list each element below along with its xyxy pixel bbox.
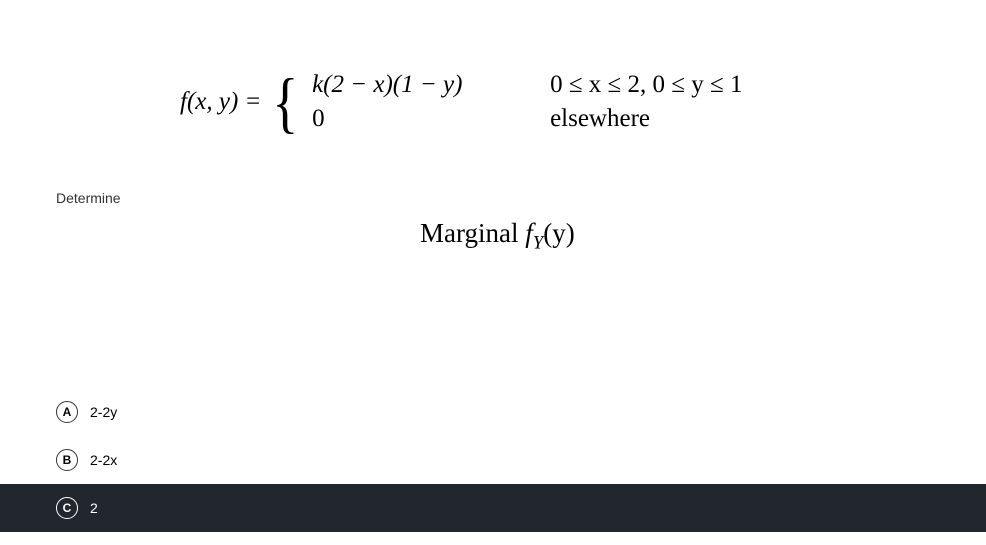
marginal-label: Marginal <box>420 218 525 248</box>
option-letter-a: A <box>56 401 78 423</box>
option-text-c: 2 <box>90 500 98 516</box>
marginal-sub: Y <box>533 232 544 253</box>
prompt-text: Determine <box>56 190 121 206</box>
marginal-question: Marginal fY(y) <box>420 218 575 254</box>
option-c[interactable]: C 2 <box>0 484 986 532</box>
option-a[interactable]: A 2-2y <box>56 388 986 436</box>
case-2: 0 elsewhere <box>312 105 742 133</box>
case1-condition: 0 ≤ x ≤ 2, 0 ≤ y ≤ 1 <box>550 71 742 99</box>
option-b[interactable]: B 2-2x <box>56 436 986 484</box>
case2-value: 0 <box>312 105 542 133</box>
option-letter-c: C <box>56 497 78 519</box>
equation-lhs: f(x, y) = <box>180 88 261 116</box>
option-text-a: 2-2y <box>90 404 117 420</box>
marginal-arg: (y) <box>543 218 574 248</box>
equation-cases: k(2 − x)(1 − y) 0 ≤ x ≤ 2, 0 ≤ y ≤ 1 0 e… <box>312 71 742 133</box>
marginal-fn: f <box>525 218 533 248</box>
option-text-b: 2-2x <box>90 452 117 468</box>
answer-options: A 2-2y B 2-2x C 2 <box>56 388 986 532</box>
joint-density-equation: f(x, y) = { k(2 − x)(1 − y) 0 ≤ x ≤ 2, 0… <box>180 68 742 136</box>
case1-value: k(2 − x)(1 − y) <box>312 71 542 99</box>
case-1: k(2 − x)(1 − y) 0 ≤ x ≤ 2, 0 ≤ y ≤ 1 <box>312 71 742 99</box>
case2-condition: elsewhere <box>550 105 650 133</box>
option-letter-b: B <box>56 449 78 471</box>
brace-icon: { <box>273 68 299 136</box>
